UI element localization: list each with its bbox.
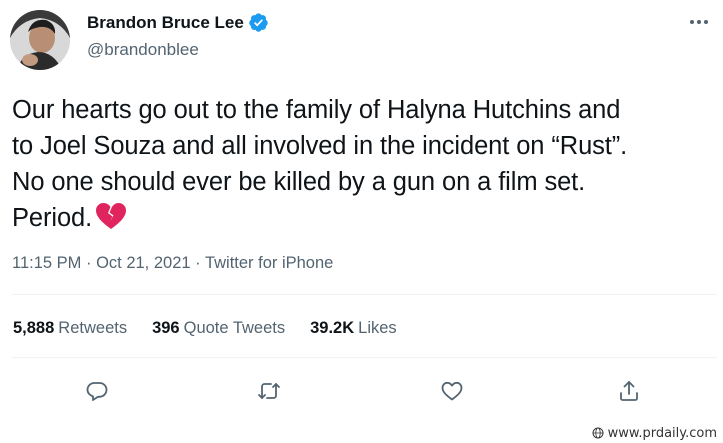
like-button[interactable]: [433, 372, 471, 410]
watermark: www.prdaily.com: [585, 423, 723, 443]
share-button[interactable]: [610, 372, 648, 410]
tweet-time[interactable]: 11:15 PM: [12, 254, 81, 272]
author-name-row[interactable]: Brandon Bruce Lee: [87, 12, 269, 33]
reply-button[interactable]: [78, 372, 116, 410]
tweet-source[interactable]: Twitter for iPhone: [205, 254, 333, 272]
globe-icon: [592, 427, 604, 439]
quote-tweets-label: Quote Tweets: [183, 319, 286, 337]
verified-badge-icon: [248, 12, 269, 33]
tweet-text-line: Our hearts go out to the family of Halyn…: [12, 96, 621, 124]
likes-label: Likes: [358, 319, 397, 337]
meta-separator: ·: [81, 254, 97, 272]
like-icon: [441, 381, 463, 401]
tweet-text: Our hearts go out to the family of Halyn…: [12, 92, 717, 236]
tweet-action-bar: [0, 372, 723, 410]
tweet-date[interactable]: Oct 21, 2021: [96, 254, 190, 272]
reply-icon: [86, 382, 108, 401]
retweets-stat[interactable]: 5,888 Retweets: [13, 319, 127, 338]
likes-stat[interactable]: 39.2K Likes: [310, 319, 397, 338]
retweet-icon: [258, 383, 280, 399]
watermark-text: www.prdaily.com: [607, 425, 717, 441]
retweet-button[interactable]: [250, 372, 288, 410]
tweet-text-line: to Joel Souza and all involved in the in…: [12, 132, 628, 160]
tweet-stats: 5,888 Retweets 396 Quote Tweets 39.2K Likes: [13, 319, 422, 338]
meta-separator: ·: [190, 254, 205, 272]
tweet-text-line-last: Period.: [12, 200, 717, 236]
author-handle[interactable]: @brandonblee: [87, 40, 199, 60]
share-icon: [620, 381, 638, 401]
avatar[interactable]: [10, 10, 70, 70]
broken-heart-icon: [95, 202, 127, 230]
retweets-label: Retweets: [58, 319, 128, 337]
retweets-count: 5,888: [13, 319, 55, 337]
tweet-text-final-word: Period.: [12, 204, 93, 232]
more-options-icon[interactable]: [684, 12, 714, 32]
divider: [12, 357, 717, 358]
quote-tweets-count: 396: [152, 319, 180, 337]
tweet-meta: 11:15 PM · Oct 21, 2021 · Twitter for iP…: [12, 254, 333, 273]
avatar-image: [10, 10, 70, 70]
tweet-text-line: No one should ever be killed by a gun on…: [12, 168, 586, 196]
likes-count: 39.2K: [310, 319, 355, 337]
divider: [12, 294, 717, 295]
author-display-name[interactable]: Brandon Bruce Lee: [87, 13, 244, 33]
quote-tweets-stat[interactable]: 396 Quote Tweets: [152, 319, 285, 338]
